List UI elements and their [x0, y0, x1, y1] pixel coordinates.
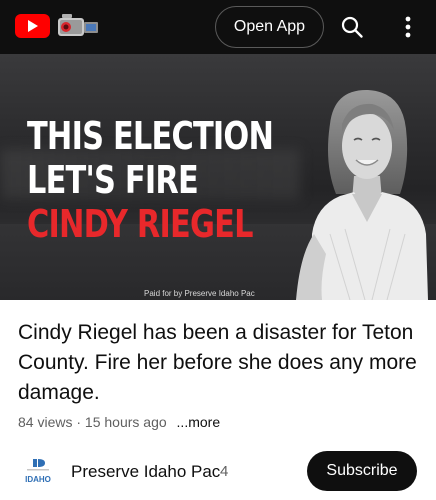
- search-icon: [341, 16, 363, 38]
- subscribe-button[interactable]: Subscribe: [307, 451, 417, 491]
- headline-line-1: THIS ELECTION: [27, 114, 274, 158]
- channel-avatar[interactable]: IDAHO: [21, 455, 55, 489]
- paid-for-disclaimer: Paid for by Preserve Idaho Pac: [144, 289, 255, 298]
- headline-line-3: CINDY RIEGEL: [27, 202, 253, 246]
- youtube-logo-icon[interactable]: [15, 14, 50, 38]
- candidate-photo: [296, 89, 428, 300]
- subscriber-count: 4: [220, 463, 229, 480]
- top-app-bar: Open App: [0, 0, 436, 54]
- view-count: 84 views: [18, 414, 73, 430]
- search-button[interactable]: [336, 10, 368, 44]
- video-player[interactable]: THIS ELECTION LET'S FIRE CINDY RIEGEL Pa…: [0, 54, 436, 300]
- channel-name[interactable]: Preserve Idaho Pac: [71, 462, 220, 482]
- more-description-link[interactable]: ...more: [177, 414, 221, 430]
- video-metadata[interactable]: 84 views · 15 hours ago ...more: [18, 414, 220, 430]
- thumbnail-headline: THIS ELECTION LET'S FIRE CINDY RIEGEL: [27, 114, 274, 246]
- meta-separator: ·: [76, 414, 82, 430]
- camcorder-icon[interactable]: [56, 12, 102, 40]
- more-options-button[interactable]: [394, 10, 422, 44]
- upload-age: 15 hours ago: [84, 414, 167, 430]
- open-app-button[interactable]: Open App: [215, 6, 324, 48]
- channel-logo-text: IDAHO: [25, 475, 51, 484]
- headline-line-2: LET'S FIRE: [27, 158, 199, 202]
- video-title[interactable]: Cindy Riegel has been a disaster for Tet…: [18, 318, 422, 408]
- more-vert-icon: [405, 16, 411, 38]
